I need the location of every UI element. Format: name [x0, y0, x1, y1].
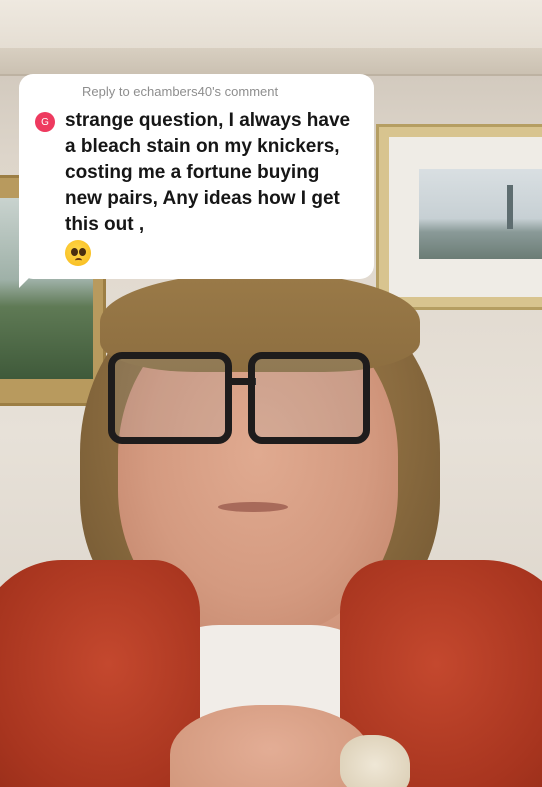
- ceiling-beam: [0, 48, 542, 76]
- painting-right: [376, 124, 542, 310]
- fabric-piece: [340, 735, 410, 787]
- person-mouth: [218, 502, 288, 512]
- commenter-avatar[interactable]: G: [35, 112, 55, 132]
- reply-comment-sticker[interactable]: Reply to echambers40's comment G strange…: [19, 74, 374, 279]
- comment-text-block: strange question, I always have a bleach…: [65, 108, 358, 266]
- glasses-left-lens: [108, 352, 232, 444]
- emoji-eye: [79, 248, 86, 256]
- pleading-face-icon: [65, 240, 91, 266]
- comment-text: strange question, I always have a bleach…: [65, 110, 351, 235]
- emoji-mouth: [75, 258, 82, 263]
- painting-right-artwork: [419, 169, 542, 259]
- comment-row: G strange question, I always have a blea…: [35, 108, 358, 266]
- painting-right-spire: [507, 185, 513, 229]
- person-glasses: [108, 352, 370, 444]
- ceiling: [0, 0, 542, 52]
- reply-header: Reply to echambers40's comment: [82, 84, 279, 99]
- emoji-eye: [71, 248, 78, 256]
- glasses-right-lens: [248, 352, 370, 444]
